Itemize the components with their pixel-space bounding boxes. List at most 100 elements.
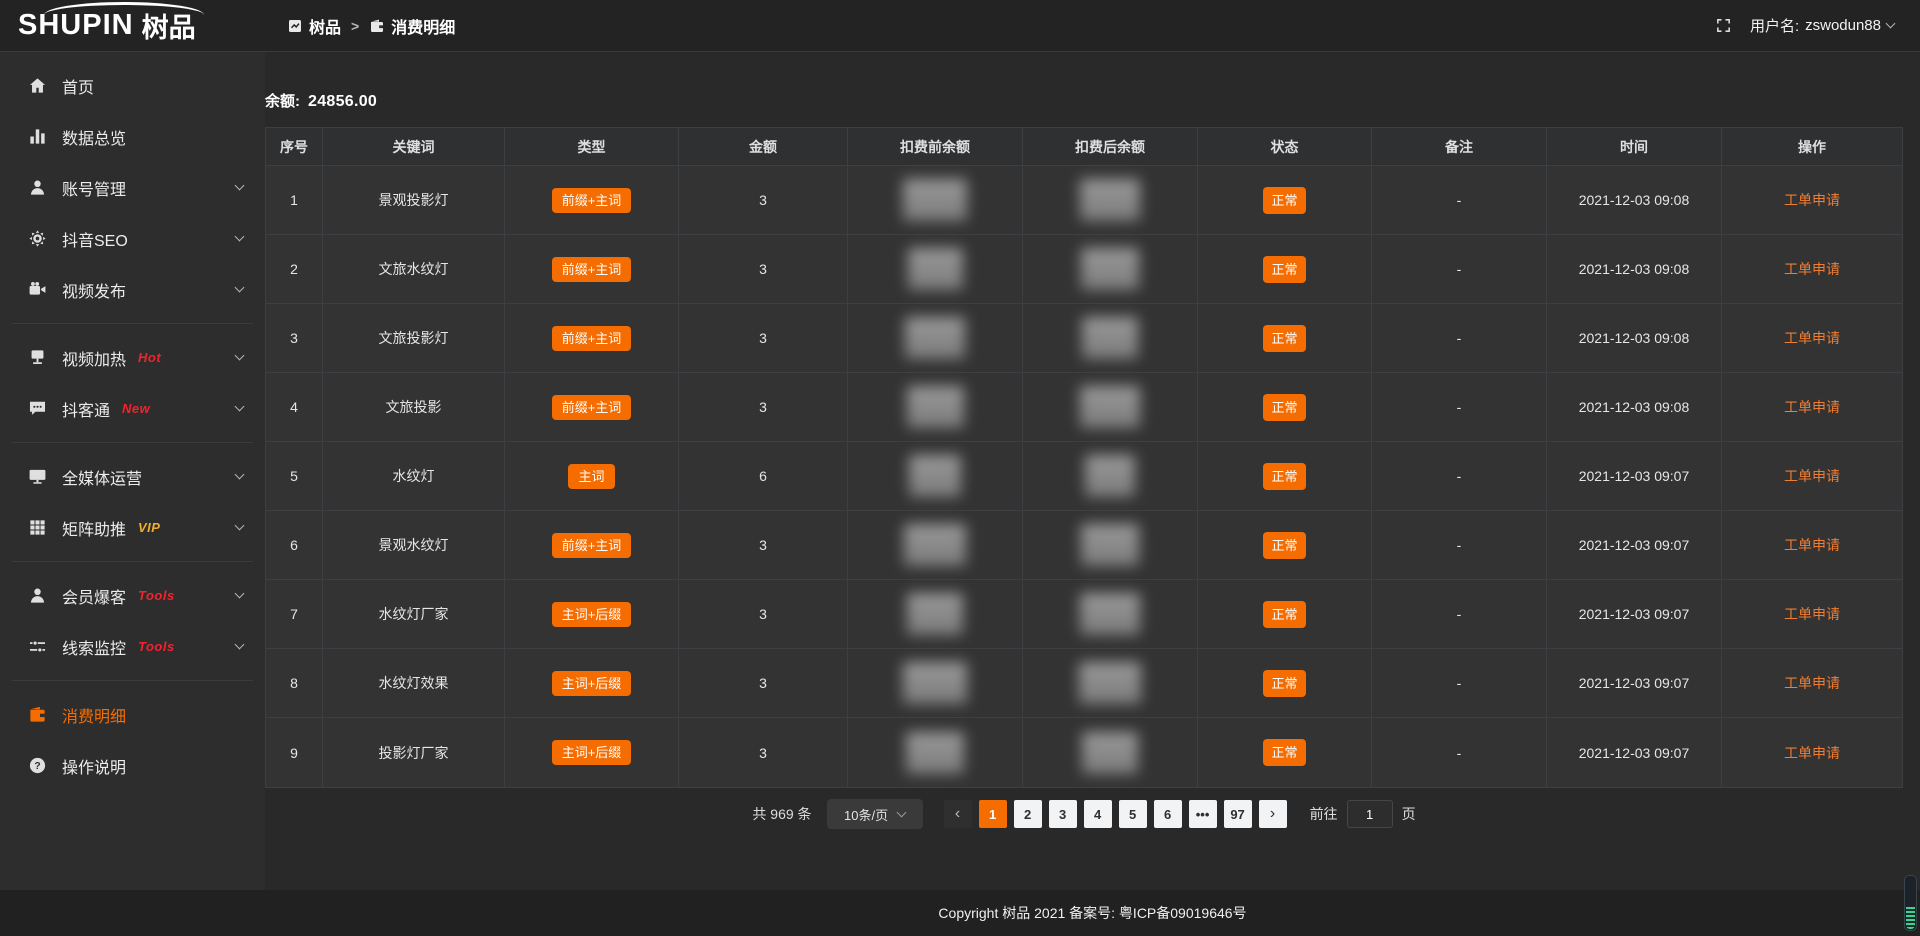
sidebar-item-label: 账号管理 [62,176,126,200]
sidebar-item-label: 会员爆客 [62,584,126,608]
sidebar-item-video-publish[interactable]: 视频发布 [0,264,265,315]
sidebar-badge-new: New [122,401,150,416]
sidebar-item-member-baoke[interactable]: 会员爆客Tools [0,570,265,621]
work-order-apply-link[interactable]: 工单申请 [1784,328,1840,348]
page-ellipsis-button[interactable]: ••• [1189,800,1217,828]
cell-time: 2021-12-03 09:08 [1547,166,1722,235]
cell-time: 2021-12-03 09:08 [1547,304,1722,373]
sidebar-badge-tools: Tools [138,639,175,654]
username-value: zswodun88 [1805,17,1881,34]
cell-time: 2021-12-03 09:07 [1547,580,1722,649]
app-logo: SHUPIN 树品 [0,0,265,52]
status-tag: 正常 [1263,463,1305,490]
page-button-1[interactable]: 1 [979,800,1007,828]
masked-balance-after [1085,455,1135,497]
sidebar-item-consumption-detail[interactable]: 消费明细 [0,689,265,740]
breadcrumb-item-current[interactable]: 消费明细 [369,14,455,38]
cell-index: 3 [266,304,323,373]
sidebar-item-label: 视频发布 [62,278,126,302]
main-content: 余额: 24856.00 序号关键词类型金额扣费前余额扣费后余额状态备注时间操作… [265,52,1920,890]
table-header-row: 序号关键词类型金额扣费前余额扣费后余额状态备注时间操作 [266,128,1902,166]
monitor-icon [28,467,47,486]
cell-type: 主词 [505,442,679,511]
cell-balance-before [848,718,1023,787]
table-header-cell: 操作 [1722,128,1902,166]
cell-remark: - [1372,166,1547,235]
masked-balance-after [1080,179,1140,221]
next-page-button[interactable]: › [1259,800,1287,828]
page-button-5[interactable]: 5 [1119,800,1147,828]
cell-time: 2021-12-03 09:07 [1547,718,1722,787]
consumption-table: 序号关键词类型金额扣费前余额扣费后余额状态备注时间操作 1景观投影灯前缀+主词3… [265,127,1903,788]
cell-balance-before [848,442,1023,511]
page-button-2[interactable]: 2 [1014,800,1042,828]
fullscreen-icon[interactable] [1715,17,1732,34]
page-button-6[interactable]: 6 [1154,800,1182,828]
cell-action: 工单申请 [1722,235,1902,304]
goto-page-input[interactable] [1347,800,1393,828]
cell-index: 1 [266,166,323,235]
page-button-97[interactable]: 97 [1224,800,1252,828]
cell-time: 2021-12-03 09:07 [1547,511,1722,580]
type-tag: 前缀+主词 [552,188,632,213]
page-button-list: 123456•••97 [979,800,1252,828]
chevron-down-icon [1886,19,1896,29]
page-size-select[interactable]: 10条/页 [827,799,923,829]
sidebar-item-media-operation[interactable]: 全媒体运营 [0,451,265,502]
work-order-apply-link[interactable]: 工单申请 [1784,535,1840,555]
cell-type: 前缀+主词 [505,511,679,580]
cell-balance-before [848,580,1023,649]
cell-type: 主词+后缀 [505,649,679,718]
sidebar-item-douyin-seo[interactable]: 抖音SEO [0,213,265,264]
promo-icon [28,348,47,367]
type-tag: 前缀+主词 [552,395,632,420]
masked-balance-after [1081,248,1139,290]
prev-page-button[interactable]: ‹ [944,800,972,828]
chevron-down-icon [235,402,245,412]
cell-keyword: 水纹灯 [323,442,505,511]
cell-amount: 3 [679,649,848,718]
page-button-4[interactable]: 4 [1084,800,1112,828]
balance-label: 余额: [265,90,300,111]
sidebar-item-douketong[interactable]: 抖客通New [0,383,265,434]
chevron-down-icon [235,589,245,599]
work-order-apply-link[interactable]: 工单申请 [1784,466,1840,486]
cell-time: 2021-12-03 09:07 [1547,649,1722,718]
person-icon [28,586,47,605]
sidebar-item-data-overview[interactable]: 数据总览 [0,111,265,162]
sidebar-item-home[interactable]: 首页 [0,60,265,111]
sidebar-item-clue-monitor[interactable]: 线索监控Tools [0,621,265,672]
table-row: 4文旅投影前缀+主词3正常-2021-12-03 09:08工单申请 [266,373,1902,442]
cell-time: 2021-12-03 09:07 [1547,442,1722,511]
chevron-down-icon [235,283,245,293]
work-order-apply-link[interactable]: 工单申请 [1784,190,1840,210]
cell-index: 2 [266,235,323,304]
user-menu[interactable]: 用户名: zswodun88 [1750,15,1894,36]
cell-keyword: 景观水纹灯 [323,511,505,580]
breadcrumb-label: 树品 [309,14,341,38]
work-order-apply-link[interactable]: 工单申请 [1784,673,1840,693]
home-icon [28,76,47,95]
work-order-apply-link[interactable]: 工单申请 [1784,397,1840,417]
masked-balance-after [1081,524,1139,566]
cell-status: 正常 [1198,649,1372,718]
table-header-cell: 金额 [679,128,848,166]
sidebar-item-video-heat[interactable]: 视频加热Hot [0,332,265,383]
work-order-apply-link[interactable]: 工单申请 [1784,259,1840,279]
page-button-3[interactable]: 3 [1049,800,1077,828]
sidebar-item-matrix-boost[interactable]: 矩阵助推VIP [0,502,265,553]
work-order-apply-link[interactable]: 工单申请 [1784,604,1840,624]
cell-keyword: 文旅投影灯 [323,304,505,373]
work-order-apply-link[interactable]: 工单申请 [1784,743,1840,763]
pagination-total: 共 969 条 [752,804,811,824]
masked-balance-before [904,524,966,566]
breadcrumb-item-home[interactable]: 树品 [287,14,341,38]
cell-action: 工单申请 [1722,511,1902,580]
table-header-cell: 时间 [1547,128,1722,166]
sidebar-item-operation-guide[interactable]: ?操作说明 [0,740,265,791]
sidebar-item-account-management[interactable]: 账号管理 [0,162,265,213]
cell-index: 4 [266,373,323,442]
masked-balance-before [906,732,964,774]
type-tag: 前缀+主词 [552,533,632,558]
cell-balance-after [1023,166,1198,235]
